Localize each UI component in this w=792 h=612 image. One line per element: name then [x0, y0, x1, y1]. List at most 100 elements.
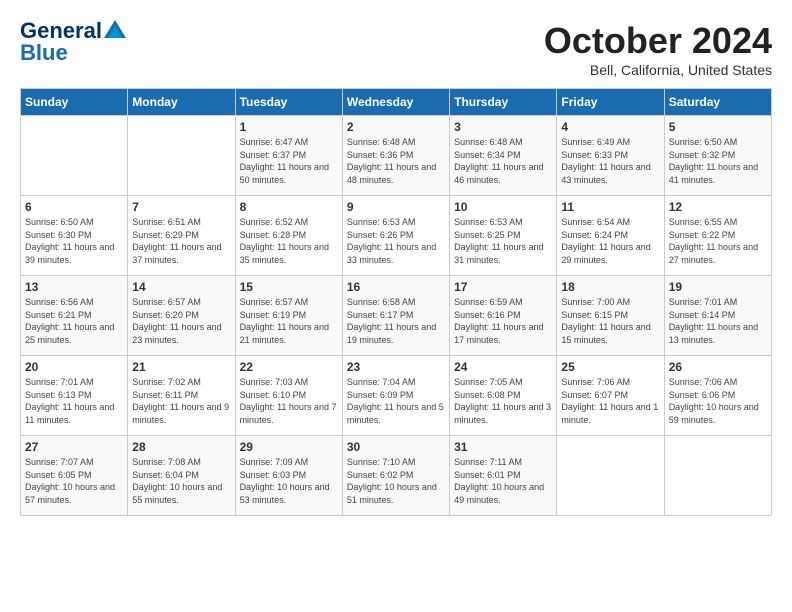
table-row: 5Sunrise: 6:50 AM Sunset: 6:32 PM Daylig… [664, 116, 771, 196]
day-info: Sunrise: 6:48 AM Sunset: 6:34 PM Dayligh… [454, 136, 552, 186]
table-row: 14Sunrise: 6:57 AM Sunset: 6:20 PM Dayli… [128, 276, 235, 356]
page-header: General Blue October 2024 Bell, Californ… [20, 20, 772, 78]
logo-general: General [20, 20, 102, 42]
day-info: Sunrise: 6:55 AM Sunset: 6:22 PM Dayligh… [669, 216, 767, 266]
day-number: 29 [240, 440, 338, 454]
day-number: 1 [240, 120, 338, 134]
day-number: 28 [132, 440, 230, 454]
day-number: 9 [347, 200, 445, 214]
day-number: 18 [561, 280, 659, 294]
day-info: Sunrise: 7:00 AM Sunset: 6:15 PM Dayligh… [561, 296, 659, 346]
day-number: 4 [561, 120, 659, 134]
table-row: 23 Sunrise: 7:04 AM Sunset: 6:09 PM Dayli… [342, 356, 449, 436]
day-number: 2 [347, 120, 445, 134]
table-row: 9 Sunrise: 6:53 AM Sunset: 6:26 PM Daylig… [342, 196, 449, 276]
day-number: 7 [132, 200, 230, 214]
table-row: 17 Sunrise: 6:59 AM Sunset: 6:16 PM Dayli… [450, 276, 557, 356]
day-info: Sunrise: 7:03 AM Sunset: 6:10 PM Dayligh… [240, 376, 338, 426]
table-row: 4 Sunrise: 6:49 AM Sunset: 6:33 PM Daylig… [557, 116, 664, 196]
table-row: 1 Sunrise: 6:47 AM Sunset: 6:37 PM Daylig… [235, 116, 342, 196]
day-info: Sunrise: 7:10 AM Sunset: 6:02 PM Dayligh… [347, 456, 445, 506]
day-number: 8 [240, 200, 338, 214]
header-wednesday: Wednesday [342, 89, 449, 116]
day-info: Sunrise: 6:53 AM Sunset: 6:25 PM Dayligh… [454, 216, 552, 266]
table-row: 3 Sunrise: 6:48 AM Sunset: 6:34 PM Daylig… [450, 116, 557, 196]
table-row: 24Sunrise: 7:05 AM Sunset: 6:08 PM Dayli… [450, 356, 557, 436]
table-row: 30 Sunrise: 7:10 AM Sunset: 6:02 PM Dayli… [342, 436, 449, 516]
month-title: October 2024 [544, 20, 772, 62]
table-row [664, 436, 771, 516]
calendar-table: Sunday Monday Tuesday Wednesday Thursday… [20, 88, 772, 516]
logo-blue: Blue [20, 42, 68, 64]
table-row: 21 Sunrise: 7:02 AM Sunset: 6:11 PM Dayli… [128, 356, 235, 436]
day-number: 25 [561, 360, 659, 374]
calendar-week-row: 13 Sunrise: 6:56 AM Sunset: 6:21 PM Dayli… [21, 276, 772, 356]
table-row: 8 Sunrise: 6:52 AM Sunset: 6:28 PM Daylig… [235, 196, 342, 276]
table-row: 12Sunrise: 6:55 AM Sunset: 6:22 PM Dayli… [664, 196, 771, 276]
table-row: 15 Sunrise: 6:57 AM Sunset: 6:19 PM Dayli… [235, 276, 342, 356]
day-info: Sunrise: 6:59 AM Sunset: 6:16 PM Dayligh… [454, 296, 552, 346]
day-number: 21 [132, 360, 230, 374]
header-sunday: Sunday [21, 89, 128, 116]
logo-icon [104, 20, 126, 38]
table-row: 27Sunrise: 7:07 AM Sunset: 6:05 PM Dayli… [21, 436, 128, 516]
logo: General Blue [20, 20, 126, 64]
day-number: 10 [454, 200, 552, 214]
header-saturday: Saturday [664, 89, 771, 116]
day-number: 20 [25, 360, 123, 374]
day-info: Sunrise: 6:51 AM Sunset: 6:29 PM Dayligh… [132, 216, 230, 266]
day-info: Sunrise: 7:01 AM Sunset: 6:14 PM Dayligh… [669, 296, 767, 346]
day-number: 17 [454, 280, 552, 294]
day-number: 3 [454, 120, 552, 134]
table-row: 26 Sunrise: 7:06 AM Sunset: 6:06 PM Dayli… [664, 356, 771, 436]
table-row: 16Sunrise: 6:58 AM Sunset: 6:17 PM Dayli… [342, 276, 449, 356]
day-info: Sunrise: 7:01 AM Sunset: 6:13 PM Dayligh… [25, 376, 123, 426]
table-row: 25Sunrise: 7:06 AM Sunset: 6:07 PM Dayli… [557, 356, 664, 436]
day-info: Sunrise: 6:47 AM Sunset: 6:37 PM Dayligh… [240, 136, 338, 186]
day-info: Sunrise: 6:49 AM Sunset: 6:33 PM Dayligh… [561, 136, 659, 186]
calendar-week-row: 27Sunrise: 7:07 AM Sunset: 6:05 PM Dayli… [21, 436, 772, 516]
table-row: 18 Sunrise: 7:00 AM Sunset: 6:15 PM Dayli… [557, 276, 664, 356]
day-info: Sunrise: 7:02 AM Sunset: 6:11 PM Dayligh… [132, 376, 230, 426]
day-number: 5 [669, 120, 767, 134]
day-info: Sunrise: 6:52 AM Sunset: 6:28 PM Dayligh… [240, 216, 338, 266]
day-info: Sunrise: 7:08 AM Sunset: 6:04 PM Dayligh… [132, 456, 230, 506]
day-info: Sunrise: 7:07 AM Sunset: 6:05 PM Dayligh… [25, 456, 123, 506]
header-monday: Monday [128, 89, 235, 116]
table-row: 11 Sunrise: 6:54 AM Sunset: 6:24 PM Dayli… [557, 196, 664, 276]
day-info: Sunrise: 7:11 AM Sunset: 6:01 PM Dayligh… [454, 456, 552, 506]
day-number: 13 [25, 280, 123, 294]
table-row: 28 Sunrise: 7:08 AM Sunset: 6:04 PM Dayli… [128, 436, 235, 516]
table-row [128, 116, 235, 196]
calendar-week-row: 6Sunrise: 6:50 AM Sunset: 6:30 PM Daylig… [21, 196, 772, 276]
day-number: 15 [240, 280, 338, 294]
table-row: 31 Sunrise: 7:11 AM Sunset: 6:01 PM Dayli… [450, 436, 557, 516]
table-row: 2 Sunrise: 6:48 AM Sunset: 6:36 PM Daylig… [342, 116, 449, 196]
day-info: Sunrise: 6:57 AM Sunset: 6:19 PM Dayligh… [240, 296, 338, 346]
day-number: 11 [561, 200, 659, 214]
day-info: Sunrise: 6:48 AM Sunset: 6:36 PM Dayligh… [347, 136, 445, 186]
day-info: Sunrise: 6:56 AM Sunset: 6:21 PM Dayligh… [25, 296, 123, 346]
day-info: Sunrise: 6:53 AM Sunset: 6:26 PM Dayligh… [347, 216, 445, 266]
day-number: 23 [347, 360, 445, 374]
day-info: Sunrise: 6:54 AM Sunset: 6:24 PM Dayligh… [561, 216, 659, 266]
day-number: 26 [669, 360, 767, 374]
calendar-header-row: Sunday Monday Tuesday Wednesday Thursday… [21, 89, 772, 116]
title-area: October 2024 Bell, California, United St… [544, 20, 772, 78]
table-row: 19Sunrise: 7:01 AM Sunset: 6:14 PM Dayli… [664, 276, 771, 356]
day-number: 30 [347, 440, 445, 454]
header-tuesday: Tuesday [235, 89, 342, 116]
table-row: 6Sunrise: 6:50 AM Sunset: 6:30 PM Daylig… [21, 196, 128, 276]
table-row: 13 Sunrise: 6:56 AM Sunset: 6:21 PM Dayli… [21, 276, 128, 356]
table-row: 10 Sunrise: 6:53 AM Sunset: 6:25 PM Dayli… [450, 196, 557, 276]
day-info: Sunrise: 7:05 AM Sunset: 6:08 PM Dayligh… [454, 376, 552, 426]
header-friday: Friday [557, 89, 664, 116]
table-row: 7 Sunrise: 6:51 AM Sunset: 6:29 PM Daylig… [128, 196, 235, 276]
day-number: 31 [454, 440, 552, 454]
day-info: Sunrise: 7:06 AM Sunset: 6:06 PM Dayligh… [669, 376, 767, 426]
header-thursday: Thursday [450, 89, 557, 116]
table-row: 22 Sunrise: 7:03 AM Sunset: 6:10 PM Dayli… [235, 356, 342, 436]
day-number: 22 [240, 360, 338, 374]
table-row: 29Sunrise: 7:09 AM Sunset: 6:03 PM Dayli… [235, 436, 342, 516]
day-info: Sunrise: 7:04 AM Sunset: 6:09 PM Dayligh… [347, 376, 445, 426]
